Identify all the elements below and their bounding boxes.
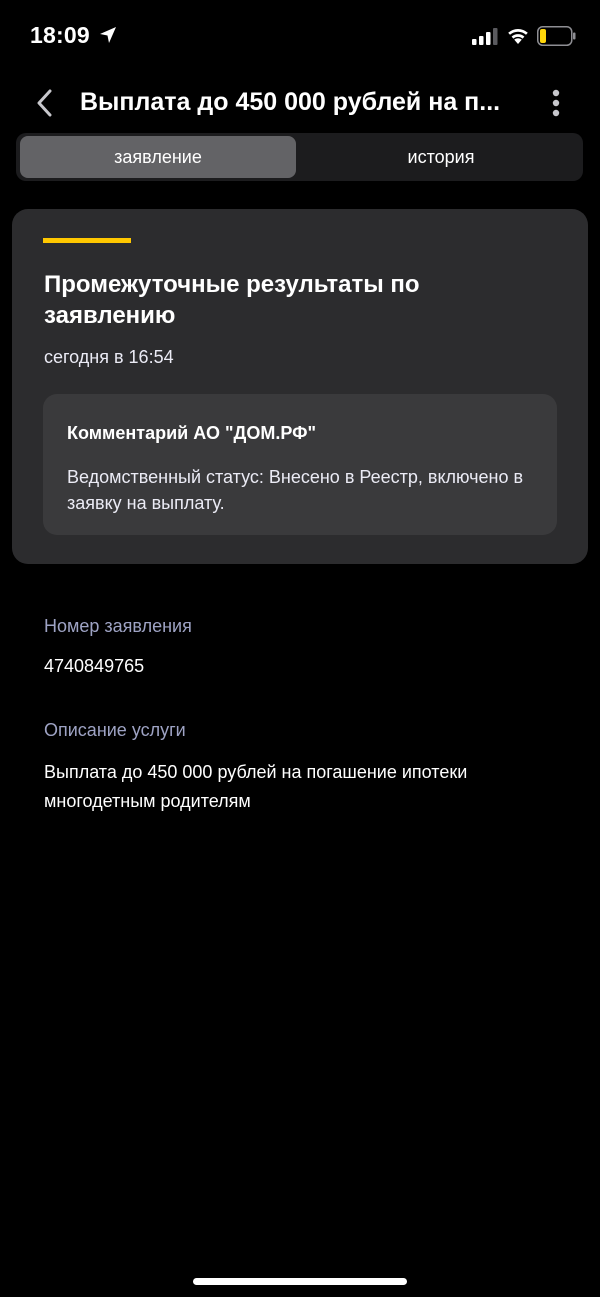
back-button[interactable] — [28, 86, 60, 120]
location-arrow-icon — [100, 27, 116, 43]
accent-line — [43, 238, 131, 243]
signal-icon — [472, 28, 498, 45]
application-number-value: 4740849765 — [44, 656, 145, 676]
segmented-control: заявление история — [16, 133, 583, 181]
more-button[interactable] — [542, 84, 570, 122]
comment-title: Комментарий АО "ДОМ.РФ" — [67, 423, 316, 443]
result-card: Промежуточные результаты по заявлению се… — [12, 209, 588, 564]
tab-history[interactable]: история — [303, 136, 579, 178]
service-description-value: Выплата до 450 000 рублей на погашение и… — [44, 762, 468, 811]
nav-bar: Выплата до 450 000 рублей на п... — [0, 78, 600, 128]
tab-application[interactable]: заявление — [20, 136, 296, 178]
battery-icon — [537, 26, 576, 46]
more-vertical-icon — [552, 89, 560, 117]
status-bar: 18:09 — [0, 0, 600, 72]
wifi-icon — [508, 28, 528, 44]
result-title: Промежуточные результаты по заявлению — [44, 271, 420, 329]
comment-text: Ведомственный статус: Внесено в Реестр, … — [67, 467, 524, 513]
result-date: сегодня в 16:54 — [44, 347, 174, 367]
chevron-left-icon — [37, 89, 52, 117]
comment-box: Комментарий АО "ДОМ.РФ" Ведомственный ст… — [43, 394, 557, 535]
page-title: Выплата до 450 000 рублей на п... — [80, 88, 501, 116]
service-description-label: Описание услуги — [44, 720, 186, 740]
status-time: 18:09 — [30, 22, 90, 48]
application-number-label: Номер заявления — [44, 616, 192, 636]
home-indicator — [193, 1278, 407, 1285]
